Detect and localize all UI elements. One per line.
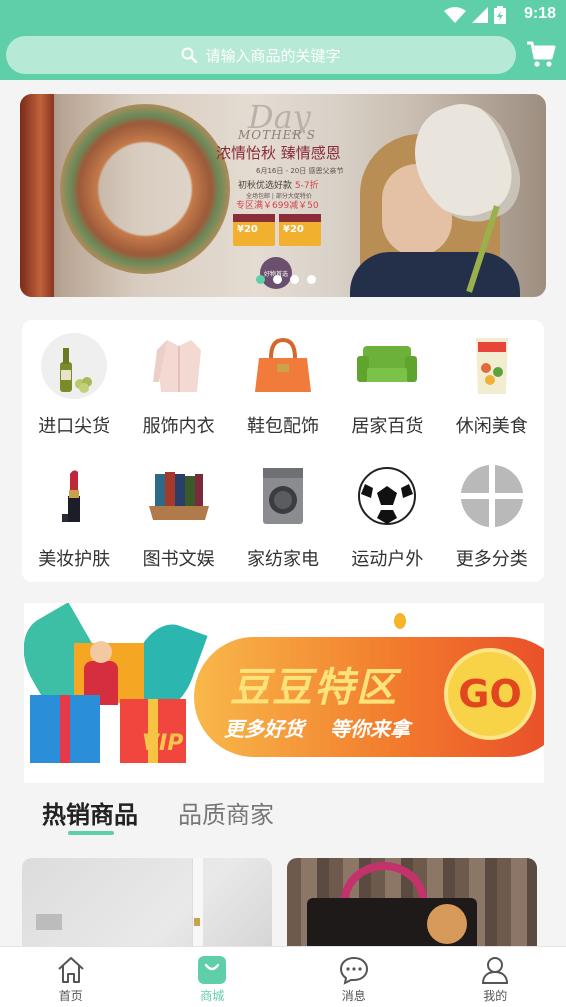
banner-coupons: ¥20 ¥20 <box>233 214 321 246</box>
banner-discount: 5-7折 <box>295 181 319 191</box>
product-image-charm <box>427 904 467 944</box>
washing-machine-icon <box>249 462 317 530</box>
nav-label: 首页 <box>59 987 83 1004</box>
message-icon <box>339 955 369 985</box>
banner-coupon: ¥20 <box>233 214 275 246</box>
coin-icon <box>394 613 406 629</box>
tab-quality-merchants[interactable]: 品质商家 <box>178 795 274 830</box>
product-tabs: 热销商品 品质商家 <box>0 783 566 839</box>
search-input[interactable]: 请输入商品的关键字 <box>6 36 516 74</box>
status-time: 9:18 <box>524 5 556 23</box>
promo-subtitle-2: 等你来拿 <box>330 713 410 742</box>
coupon-value: ¥20 <box>237 224 258 235</box>
shopping-bag-icon <box>197 955 227 985</box>
category-item-bags[interactable]: 鞋包配饰 <box>231 320 335 450</box>
blouse-icon <box>145 332 213 400</box>
gift-box-icon <box>30 695 100 763</box>
user-icon <box>480 955 510 985</box>
banner-carousel[interactable]: Day MOTHER'S 浓情怡秋 臻情感恩 6月16日 - 20日 感恩父亲节… <box>20 94 546 297</box>
carousel-dot-active[interactable] <box>256 275 265 284</box>
product-image-button <box>194 918 200 926</box>
promo-person-head <box>90 641 112 663</box>
banner-title: 浓情怡秋 臻情感恩 <box>216 142 341 163</box>
sofa-icon <box>353 332 421 400</box>
category-item-snacks[interactable]: 休闲美食 <box>440 320 544 450</box>
promo-banner[interactable]: VIP 豆豆特区 更多好货 等你来拿 GO <box>24 603 544 783</box>
category-grid: 进口尖货 服饰内衣 鞋包配饰 居家百货 休闲美食 美妆护肤 图书文娱 <box>22 320 544 582</box>
category-item-appliances[interactable]: 家纺家电 <box>231 450 335 582</box>
category-item-sports[interactable]: 运动户外 <box>335 450 439 582</box>
nav-home[interactable]: 首页 <box>0 947 142 1007</box>
snack-bag-icon <box>458 332 526 400</box>
tab-active-indicator <box>68 831 114 835</box>
more-categories-icon <box>458 462 526 530</box>
product-card-handbag[interactable] <box>287 858 537 958</box>
banner-date: 6月16日 - 20日 感恩父亲节 <box>256 166 343 176</box>
wine-icon <box>40 332 108 400</box>
promo-vip-text: VIP <box>142 731 183 756</box>
category-label: 鞋包配饰 <box>247 412 319 438</box>
category-label: 更多分类 <box>456 545 528 571</box>
soccer-ball-icon <box>353 462 421 530</box>
search-placeholder: 请输入商品的关键字 <box>205 45 340 66</box>
header: 请输入商品的关键字 <box>0 30 566 80</box>
home-icon <box>56 955 86 985</box>
nav-label: 消息 <box>342 987 366 1004</box>
category-item-more[interactable]: 更多分类 <box>440 450 544 582</box>
banner-line1: 初秋优选好款 5-7折 <box>238 178 319 191</box>
promo-title: 豆豆特区 <box>230 655 398 713</box>
promo-go-button[interactable]: GO <box>444 648 536 740</box>
nav-messages[interactable]: 消息 <box>283 947 425 1007</box>
search-icon <box>181 47 197 63</box>
category-item-apparel[interactable]: 服饰内衣 <box>126 320 230 450</box>
banner-mothers-script: MOTHER'S <box>238 128 316 142</box>
nav-profile[interactable]: 我的 <box>425 947 566 1007</box>
bottom-navigation: 首页 商城 消息 我的 <box>0 946 566 1007</box>
product-image-hook <box>36 914 62 930</box>
coupon-value: ¥20 <box>283 224 304 235</box>
banner-line1-text: 初秋优选好款 <box>238 181 295 191</box>
carousel-dots <box>256 275 316 284</box>
banner-badge: 好物首选 <box>260 257 292 289</box>
handbag-icon <box>249 332 317 400</box>
nav-mall[interactable]: 商城 <box>142 947 284 1007</box>
cart-button[interactable] <box>526 40 556 72</box>
battery-icon <box>494 6 506 24</box>
nav-label: 商城 <box>200 987 224 1004</box>
promo-subtitle-1: 更多好货 <box>224 713 304 742</box>
category-label: 运动户外 <box>351 545 423 571</box>
category-label: 进口尖货 <box>38 412 110 438</box>
status-bar: 9:18 <box>0 0 566 30</box>
category-label: 图书文娱 <box>143 545 215 571</box>
tab-hot-products[interactable]: 热销商品 <box>42 795 138 830</box>
category-item-imported[interactable]: 进口尖货 <box>22 320 126 450</box>
signal-icon <box>472 7 488 23</box>
banner-wreath-image <box>60 104 230 274</box>
lipstick-icon <box>40 462 108 530</box>
product-image-toothbrush <box>192 858 203 958</box>
banner-curtain-image <box>20 94 54 297</box>
category-label: 休闲美食 <box>456 412 528 438</box>
category-item-cosmetics[interactable]: 美妆护肤 <box>22 450 126 582</box>
category-label: 居家百货 <box>351 412 423 438</box>
banner-line2: 专区满￥699减￥50 <box>236 198 319 211</box>
status-icons <box>444 6 506 24</box>
books-icon <box>145 462 213 530</box>
banner-model-body <box>350 252 520 297</box>
category-label: 服饰内衣 <box>143 412 215 438</box>
cart-icon <box>526 40 556 68</box>
category-item-home[interactable]: 居家百货 <box>335 320 439 450</box>
carousel-dot[interactable] <box>290 275 299 284</box>
carousel-dot[interactable] <box>307 275 316 284</box>
category-item-books[interactable]: 图书文娱 <box>126 450 230 582</box>
wifi-icon <box>444 7 466 23</box>
carousel-dot[interactable] <box>273 275 282 284</box>
nav-label: 我的 <box>483 987 507 1004</box>
category-label: 家纺家电 <box>247 545 319 571</box>
category-label: 美妆护肤 <box>38 545 110 571</box>
banner-coupon: ¥20 <box>279 214 321 246</box>
product-card-toothbrush[interactable] <box>22 858 272 958</box>
